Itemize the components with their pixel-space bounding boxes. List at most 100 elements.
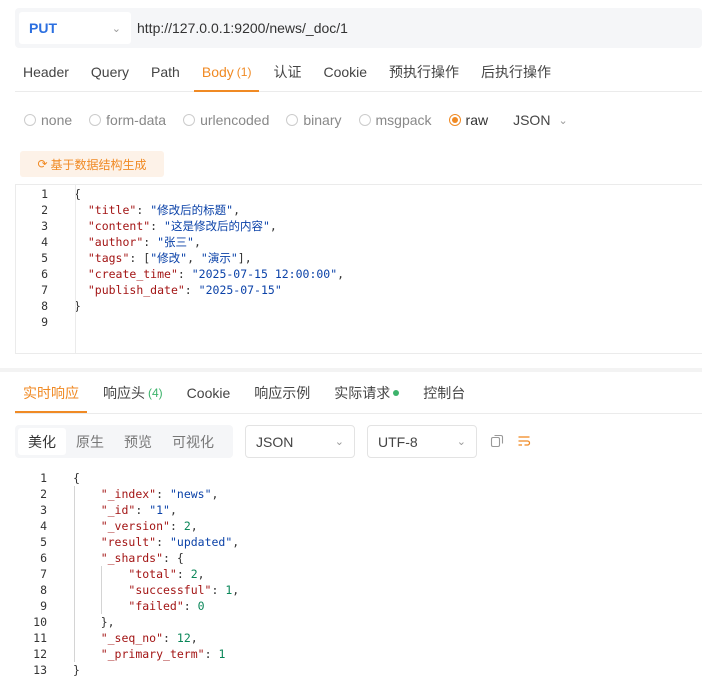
view-preview[interactable]: 预览 bbox=[114, 428, 162, 455]
tab-cookie[interactable]: Cookie bbox=[315, 53, 375, 91]
tab-label: 控制台 bbox=[423, 384, 466, 401]
method-select[interactable]: PUT ⌄ bbox=[19, 12, 131, 44]
code-line: 8} bbox=[16, 298, 702, 314]
code-line: 4 "author": "张三", bbox=[16, 234, 702, 250]
radio-label: form-data bbox=[106, 112, 167, 128]
code-line: 6 "_shards": { bbox=[15, 550, 702, 566]
radio-label: msgpack bbox=[375, 112, 432, 128]
radio-label: none bbox=[41, 112, 73, 128]
tab-response-example[interactable]: 响应示例 bbox=[246, 374, 318, 412]
radio-circle-icon bbox=[24, 114, 36, 126]
tab-count: (4) bbox=[148, 385, 163, 400]
tab-post-script[interactable]: 后执行操作 bbox=[473, 53, 559, 91]
encoding-select[interactable]: UTF-8 ⌄ bbox=[367, 425, 477, 458]
code-line: 1{ bbox=[16, 186, 702, 202]
encoding-label: UTF-8 bbox=[378, 433, 418, 450]
code-text: "_shards": { bbox=[100, 551, 184, 565]
method-label: PUT bbox=[29, 20, 57, 36]
line-number: 5 bbox=[40, 535, 47, 549]
code-line: 5 "tags": ["修改", "演示"], bbox=[16, 250, 702, 266]
code-text: "title": "修改后的标题", bbox=[87, 203, 240, 217]
code-line: 3 "_id": "1", bbox=[15, 502, 702, 518]
line-number: 6 bbox=[40, 551, 47, 565]
tab-pre-script[interactable]: 预执行操作 bbox=[381, 53, 467, 91]
tab-console[interactable]: 控制台 bbox=[415, 374, 473, 412]
tab-label: Header bbox=[23, 63, 69, 80]
view-pretty[interactable]: 美化 bbox=[18, 428, 66, 455]
chevron-down-icon: ⌄ bbox=[456, 436, 466, 448]
wrap-icon[interactable] bbox=[517, 434, 531, 448]
code-text: "create_time": "2025-07-15 12:00:00", bbox=[87, 267, 345, 281]
tab-query[interactable]: Query bbox=[83, 53, 137, 91]
radio-urlencoded[interactable]: urlencoded bbox=[183, 112, 269, 128]
radio-label: raw bbox=[465, 112, 489, 128]
refresh-icon: ⟳ bbox=[37, 157, 48, 171]
code-text: "_id": "1", bbox=[100, 503, 177, 517]
radio-checked-icon bbox=[448, 114, 461, 126]
tab-actual-request[interactable]: 实际请求 bbox=[326, 374, 407, 412]
radio-raw[interactable]: raw bbox=[448, 112, 489, 128]
response-body-viewer[interactable]: 1{2 "_index": "news", 3 "_id": "1", 4 "_ve… bbox=[15, 470, 702, 681]
code-line: 4 "_version": 2, bbox=[15, 518, 702, 534]
body-format-select[interactable]: JSON ⌄ bbox=[513, 112, 568, 128]
indent-guide bbox=[74, 486, 75, 662]
tab-response-cookie[interactable]: Cookie bbox=[179, 374, 239, 412]
response-format-select[interactable]: JSON ⌄ bbox=[245, 425, 355, 458]
tab-label: 实时响应 bbox=[23, 384, 79, 401]
code-text: "_index": "news", bbox=[100, 487, 219, 501]
tab-label: 预执行操作 bbox=[389, 63, 460, 80]
view-label: 原生 bbox=[76, 433, 104, 450]
code-text: } bbox=[73, 663, 80, 677]
copy-icon[interactable] bbox=[490, 434, 504, 448]
line-number: 13 bbox=[33, 663, 47, 677]
radio-binary[interactable]: binary bbox=[286, 112, 342, 128]
tab-label: Path bbox=[151, 63, 180, 80]
request-body-editor[interactable]: 1{2 "title": "修改后的标题", 3 "content": "这是修改… bbox=[15, 184, 702, 354]
line-number: 7 bbox=[40, 567, 47, 581]
tab-response-headers[interactable]: 响应头 (4) bbox=[95, 374, 171, 412]
radio-form-data[interactable]: form-data bbox=[89, 112, 166, 128]
radio-label: urlencoded bbox=[200, 112, 270, 128]
code-line: 12 "_primary_term": 1 bbox=[15, 646, 702, 662]
code-line: 2 "_index": "news", bbox=[15, 486, 702, 502]
view-raw[interactable]: 原生 bbox=[66, 428, 114, 455]
request-tabs: Header Query Path Body (1) 认证 Cookie 预执行操… bbox=[15, 52, 702, 92]
radio-circle-icon bbox=[358, 114, 371, 126]
code-line: 9 "failed": 0 bbox=[15, 598, 702, 614]
line-number: 1 bbox=[40, 471, 47, 485]
code-line: 10 }, bbox=[15, 614, 702, 630]
tab-body[interactable]: Body (1) bbox=[193, 53, 260, 92]
line-number: 4 bbox=[40, 519, 47, 533]
code-line: 1{ bbox=[15, 470, 702, 486]
view-visualize[interactable]: 可视化 bbox=[162, 428, 224, 455]
line-number: 11 bbox=[33, 631, 47, 645]
tab-path[interactable]: Path bbox=[143, 53, 188, 91]
radio-msgpack[interactable]: msgpack bbox=[358, 112, 432, 128]
tab-auth[interactable]: 认证 bbox=[265, 53, 309, 91]
code-line: 3 "content": "这是修改后的内容", bbox=[16, 218, 702, 234]
chevron-down-icon: ⌄ bbox=[111, 22, 121, 35]
generate-from-schema-button[interactable]: ⟳ 基于数据结构生成 bbox=[20, 151, 164, 177]
format-label: JSON bbox=[513, 112, 551, 128]
radio-none[interactable]: none bbox=[24, 112, 72, 128]
status-dot-icon bbox=[393, 389, 400, 396]
code-line: 9 bbox=[16, 314, 702, 330]
code-text: "total": 2, bbox=[128, 567, 205, 581]
code-line: 7 "publish_date": "2025-07-15" bbox=[16, 282, 702, 298]
line-number: 8 bbox=[40, 583, 47, 597]
line-gutter bbox=[16, 185, 76, 353]
radio-label: binary bbox=[303, 112, 342, 128]
code-text: "_seq_no": 12, bbox=[100, 631, 198, 645]
radio-circle-icon bbox=[89, 114, 102, 126]
chevron-down-icon: ⌄ bbox=[558, 114, 568, 127]
code-text: "_version": 2, bbox=[100, 519, 198, 533]
tab-live-response[interactable]: 实时响应 bbox=[15, 374, 87, 413]
code-text: "author": "张三", bbox=[87, 235, 201, 249]
url-input[interactable] bbox=[137, 20, 677, 36]
line-number: 2 bbox=[40, 487, 47, 501]
line-number: 12 bbox=[33, 647, 47, 661]
code-text: "result": "updated", bbox=[100, 535, 240, 549]
tab-header[interactable]: Header bbox=[15, 53, 77, 91]
code-line: 6 "create_time": "2025-07-15 12:00:00", bbox=[16, 266, 702, 282]
url-bar: PUT ⌄ bbox=[15, 8, 702, 48]
